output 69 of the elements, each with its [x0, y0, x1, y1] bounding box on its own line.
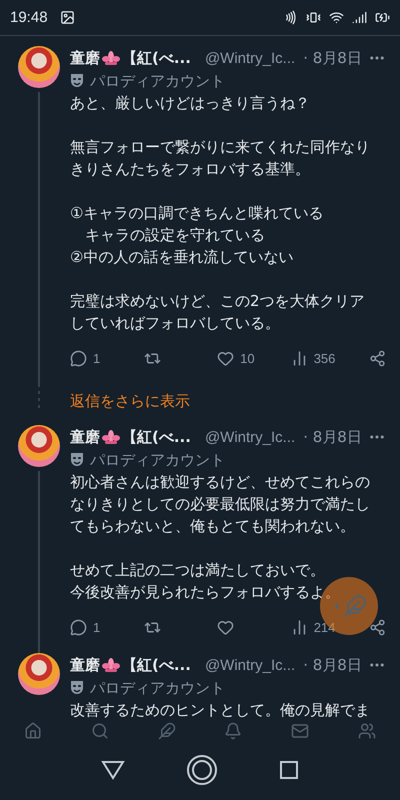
battery-icon: [375, 10, 390, 25]
post-date: · 8月8日: [303, 48, 362, 68]
post-text-line: せめて上記の二つは満たしておいで。: [70, 560, 325, 581]
views-button[interactable]: 356: [290, 350, 336, 366]
reply-button[interactable]: 1: [70, 618, 110, 636]
avatar[interactable]: [18, 46, 60, 88]
lotus-icon: [102, 51, 120, 65]
signal-icon: [352, 10, 367, 25]
mask-icon: [70, 452, 84, 468]
share-button[interactable]: [368, 350, 386, 366]
like-icon: [217, 350, 234, 366]
display-name: 童磨: [70, 656, 100, 674]
reply-icon: [70, 350, 87, 366]
like-icon: [217, 618, 234, 636]
recents-button[interactable]: [279, 760, 300, 780]
post-text-line: あと、厳しいけどはっきり言うね？: [70, 93, 310, 114]
share-icon: [368, 350, 386, 366]
messages-tab[interactable]: [290, 722, 309, 740]
user-handle: @Wintry_Ic...: [204, 656, 296, 674]
notifications-tab[interactable]: [224, 722, 242, 740]
image-icon: [60, 10, 75, 25]
search-tab[interactable]: [90, 722, 109, 740]
account-label: パロディアカウント: [90, 678, 225, 698]
lotus-icon: [102, 658, 120, 672]
post-text-line: ②中の人の話を垂れ流していない: [70, 247, 294, 268]
post-text-line: していればフォロバしている。: [70, 313, 280, 334]
avatar[interactable]: [18, 653, 60, 695]
account-label: パロディアカウント: [90, 450, 225, 470]
home-button[interactable]: [186, 754, 218, 786]
reply-button[interactable]: 1: [70, 350, 110, 366]
display-name: 童磨: [70, 428, 100, 446]
post-text-line: 完璧は求めないけど、この2つを大体クリア: [70, 291, 365, 312]
post-text-line: 無言フォローで繋がりに来てくれた同作なり: [70, 137, 370, 158]
mask-icon: [70, 680, 84, 696]
plus-icon: [331, 600, 343, 612]
post-text-line: 今後改善が見られたらフォロバするよ。: [70, 582, 340, 603]
post-date: · 8月8日: [303, 428, 362, 446]
reply-icon: [70, 618, 87, 636]
lotus-icon: [102, 430, 120, 444]
like-button[interactable]: 10: [217, 350, 258, 366]
wifi-icon: [329, 10, 344, 25]
status-time: 19:48: [10, 9, 48, 26]
post-text-line: てもらわないと、俺もとても関われない。: [70, 516, 355, 537]
avatar[interactable]: [18, 425, 60, 467]
feather-tab[interactable]: [158, 722, 176, 740]
share-button[interactable]: [368, 618, 386, 636]
mask-icon: [70, 73, 84, 89]
post-date: · 8月8日: [303, 656, 362, 674]
show-more-replies-link[interactable]: 返信をさらに表示: [70, 392, 190, 411]
home-tab[interactable]: [24, 722, 42, 740]
display-name: 【紅(べ...: [122, 428, 191, 446]
communities-tab[interactable]: [358, 722, 376, 740]
nfc-icon: [283, 10, 298, 25]
display-name: 童磨: [70, 48, 100, 68]
post-text-line: 改善するためのヒントとして。俺の見解でま: [70, 700, 370, 721]
vibrate-icon: [306, 10, 321, 25]
display-name: 【紅(べ...: [122, 656, 191, 674]
post-text-line: ①キャラの口調できちんと喋れている: [70, 203, 324, 224]
back-button[interactable]: [100, 760, 125, 780]
share-icon: [368, 618, 386, 636]
post-text-line: きりさんたちをフォロバする基準。: [70, 159, 310, 180]
account-label: パロディアカウント: [90, 72, 225, 90]
post-text-line: なりきりとしての必要最低限は努力で満たし: [70, 494, 370, 515]
post-text-line: キャラの設定を守れている: [84, 225, 265, 246]
user-handle: @Wintry_Ic...: [204, 428, 296, 446]
user-handle: @Wintry_Ic...: [204, 50, 296, 66]
display-name: 【紅(べ...: [122, 48, 191, 68]
feather-icon: [343, 594, 367, 618]
post-text-line: 初心者さんは歓迎するけど、せめてこれらの: [70, 472, 370, 493]
